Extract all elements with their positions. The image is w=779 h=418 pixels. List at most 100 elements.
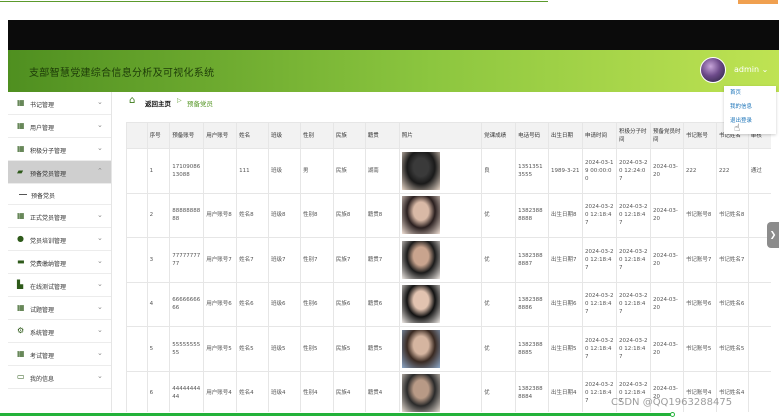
table-cell: 2024-03-20 [649, 192, 684, 238]
sidebar-subitem-label: 预备党员 [31, 193, 56, 200]
table-cell: 姓名8 [236, 192, 270, 238]
table-cell: 民族5 [332, 326, 366, 372]
table-cell: 2024-03-20 12:18:47 [615, 237, 651, 283]
table-cell: 书记账号5 [682, 326, 717, 372]
row-select-cell[interactable] [126, 148, 148, 194]
photo-cell [398, 237, 483, 283]
sidebar-item-label: 党费缴纳管理 [30, 261, 67, 268]
table-cell: 2024-03-20 12:18:47 [582, 326, 617, 372]
sidebar-item-activists[interactable]: ▦ 积极分子管理 ⌄ [8, 138, 111, 161]
sidebar-item-users[interactable]: ▦ 用户管理 ⌄ [8, 115, 111, 138]
grid-icon: ▦ [17, 349, 25, 358]
table-cell: 5 [146, 326, 171, 372]
table-cell: 书记账号6 [682, 281, 717, 327]
row-select-cell[interactable] [126, 326, 148, 372]
member-photo [401, 285, 440, 324]
chevron-down-icon: ⌄ [97, 211, 103, 219]
sidebar-item-label: 党员培训管理 [30, 238, 67, 245]
sidebar-item-dues[interactable]: ▬ 党费缴纳管理 ⌄ [8, 251, 111, 274]
table-cell: 3 [146, 237, 171, 283]
table-row[interactable]: 2 8888888888 用户账号8 姓名8 班级8 性别8 民族8 籍贯8 优 13823888… [126, 192, 771, 238]
table-row[interactable]: 4 6666666666 用户账号6 姓名6 班级6 性别6 民族6 籍贯6 优 13823888… [126, 281, 771, 327]
watermark: CSDN @QQ1963288475 [611, 397, 733, 408]
chevron-down-icon: ⌄ [97, 372, 103, 380]
table-cell: 性别7 [299, 237, 334, 283]
table-cell: 姓名5 [236, 326, 270, 372]
table-cell: 用户账号6 [203, 281, 238, 327]
menu-item-home[interactable]: 首页 [724, 86, 776, 100]
column-header: 党课成绩 [481, 122, 517, 149]
breadcrumb-separator-icon: ▷ [177, 97, 182, 104]
table-cell: 性别4 [299, 370, 334, 412]
monitor-icon: ▬ [17, 257, 25, 266]
table-cell: 优 [481, 326, 517, 372]
sidebar-item-my-info[interactable]: ▭ 我的信息 ⌄ [8, 366, 111, 389]
side-toggle-button[interactable]: ❯ [767, 222, 779, 248]
chart-icon: ▙ [17, 280, 24, 289]
table-row[interactable]: 5 5555555555 用户账号5 姓名5 班级5 性别5 民族5 籍贯5 优 13823888… [126, 326, 771, 372]
menu-item-my-info[interactable]: 我的信息 [724, 100, 776, 114]
table-row[interactable]: 3 7777777777 用户账号7 姓名7 班级7 性别7 民族7 籍贯7 优 13823888… [126, 237, 771, 283]
table-cell: 出生日期8 [548, 192, 584, 238]
table-cell [747, 370, 771, 412]
home-icon[interactable]: ⌂ [129, 95, 135, 106]
table-cell: 6666666666 [169, 281, 205, 327]
sidebar-item-probationary[interactable]: ▰ 预备党员管理 ⌃ [8, 161, 111, 184]
table-cell: 书记姓名5 [715, 326, 749, 372]
scroll-progress-bar[interactable] [0, 412, 779, 418]
table-cell: 姓名4 [236, 370, 270, 412]
sidebar-item-formal-members[interactable]: ▦ 正式党员管理 ⌄ [8, 205, 111, 228]
scroll-handle[interactable] [670, 412, 675, 417]
sidebar-item-label: 试题管理 [30, 307, 55, 314]
chevron-down-icon: ⌄ [97, 257, 103, 265]
sidebar-subitem-probationary[interactable]: 预备党员 [8, 184, 111, 205]
table-cell: 1710908613088 [169, 148, 205, 194]
table-header-row: 序号 预备账号 用户账号 姓名 班级 性别 民族 籍贯 照片 党课成绩 电话号码 出生日期 申请时间 积极… [126, 122, 771, 149]
sidebar-item-system[interactable]: ⚙ 系统管理 ⌄ [8, 320, 111, 343]
table-cell: 性别6 [299, 281, 334, 327]
sidebar-item-label: 系统管理 [30, 330, 55, 337]
chevron-down-icon: ⌄ [97, 349, 103, 357]
table-cell: 班级7 [268, 237, 301, 283]
table-cell: 13513513555 [515, 148, 550, 194]
column-header: 电话号码 [515, 122, 550, 149]
chevron-down-icon: ⌄ [97, 280, 103, 288]
table-cell: 2024-03-20 12:24:07 [615, 148, 651, 194]
row-select-cell[interactable] [126, 281, 148, 327]
row-select-cell[interactable] [126, 370, 148, 412]
member-photo [401, 329, 440, 368]
sidebar-item-secretary[interactable]: ▦ 书记管理 ⌄ [8, 92, 111, 115]
table-cell: 用户账号5 [203, 326, 238, 372]
table-row[interactable]: 1 1710908613088 111 班级男民族 湖南 良 13513513555 1989… [126, 148, 771, 194]
column-header: 出生日期 [548, 122, 584, 149]
photo-cell [398, 148, 483, 194]
menu-item-logout[interactable]: 退出登录 [724, 114, 776, 128]
table-cell [747, 326, 771, 372]
column-header: 籍贯 [364, 122, 400, 149]
row-select-cell[interactable] [126, 192, 148, 238]
app-header: 支部智慧党建综合信息分析及可视化系统 admin ⌄ [8, 50, 779, 92]
browser-top-strip [0, 0, 779, 20]
member-photo [401, 151, 440, 190]
sidebar-item-exams[interactable]: ▦ 考试管理 ⌄ [8, 343, 111, 366]
sidebar-item-questions[interactable]: ▦ 试题管理 ⌄ [8, 297, 111, 320]
sidebar-item-label: 考试管理 [30, 353, 55, 360]
user-menu-toggle[interactable]: admin ⌄ [734, 65, 768, 74]
table-cell: 6 [146, 370, 171, 412]
gear-icon: ⚙ [17, 326, 25, 335]
chevron-down-icon: ⌄ [97, 121, 103, 129]
chevron-up-icon: ⌃ [97, 167, 103, 175]
avatar[interactable] [700, 57, 726, 83]
table-cell: 男 [299, 148, 334, 194]
table-cell: 班级6 [268, 281, 301, 327]
sidebar-item-online-test[interactable]: ▙ 在线测试管理 ⌄ [8, 274, 111, 297]
sidebar-item-training[interactable]: ● 党员培训管理 ⌄ [8, 228, 111, 251]
sidebar-item-label: 用户管理 [30, 125, 55, 132]
row-select-cell[interactable] [126, 237, 148, 283]
column-header: 班级 [268, 122, 301, 149]
table-cell: 1 [146, 148, 171, 194]
breadcrumb-home[interactable]: 返回主页 [145, 98, 171, 108]
table-cell: 籍贯8 [364, 192, 400, 238]
table-cell: 13823888885 [515, 326, 550, 372]
top-black-bar [8, 20, 779, 50]
